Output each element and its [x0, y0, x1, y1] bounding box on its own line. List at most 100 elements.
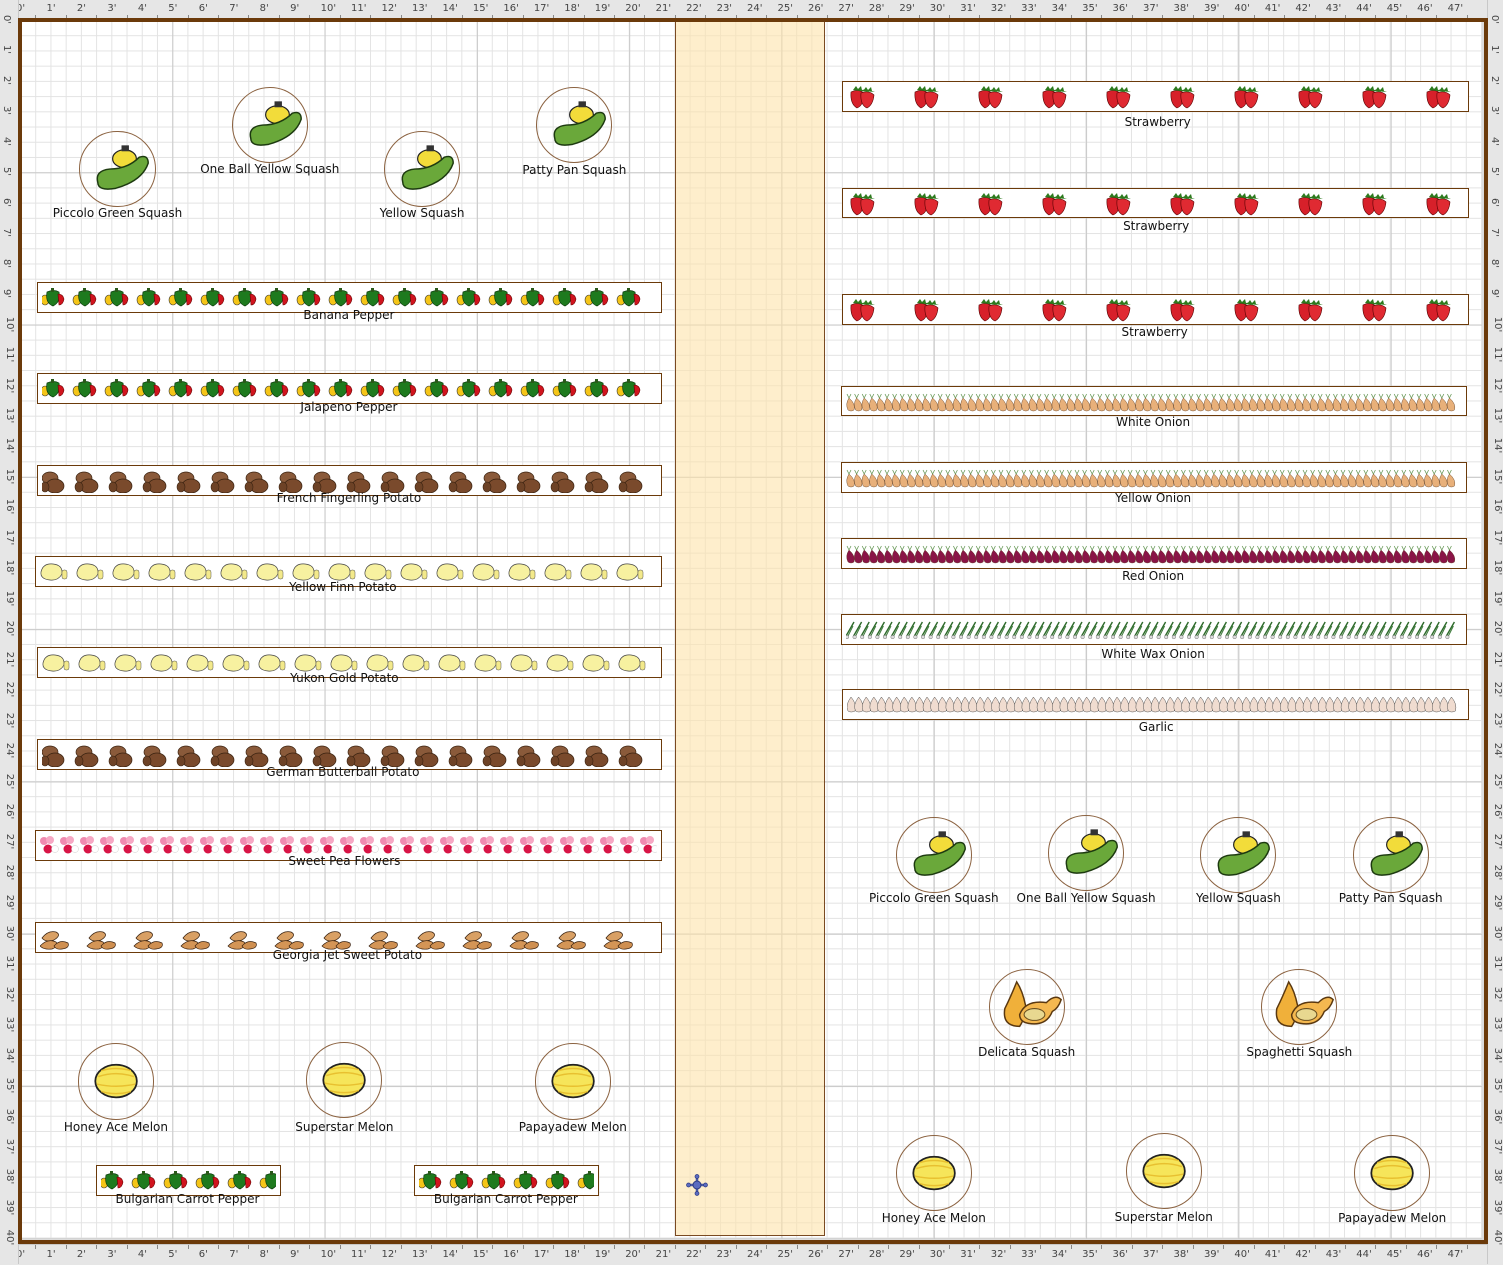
ruler-tick-label: 41'	[1264, 3, 1281, 14]
plant-label: Piccolo Green Squash	[869, 891, 999, 906]
ruler-tick-label: 20'	[625, 3, 641, 14]
ruler-tick-label: 14'	[1492, 438, 1503, 454]
ruler-tick-label: 2'	[1489, 75, 1501, 85]
ruler-tick	[979, 1245, 981, 1249]
plant-row[interactable]	[842, 80, 1469, 112]
ruler-tick-label: 43'	[1325, 3, 1342, 14]
ruler-tick	[644, 1245, 646, 1249]
ruler-tick-label: 18'	[564, 3, 580, 14]
plant-circle[interactable]	[536, 87, 613, 164]
ruler-tick-label: 1'	[46, 1249, 56, 1260]
garden-path[interactable]	[674, 20, 825, 1236]
ruler-tick-label: 34'	[4, 1047, 16, 1063]
plant-row-label: Yukon Gold Potato	[290, 670, 399, 685]
plant-label: Spaghetti Squash	[1246, 1045, 1353, 1060]
ruler-tick	[492, 15, 494, 19]
ruler-tick	[1436, 15, 1438, 19]
ruler-tick	[522, 15, 524, 19]
ruler-tick-label: 5'	[168, 3, 178, 14]
plant-label: One Ball Yellow Squash	[200, 161, 340, 176]
ruler-tick	[157, 15, 159, 19]
compass-move-icon[interactable]	[686, 1174, 708, 1196]
plant-row[interactable]	[842, 187, 1469, 219]
ruler-tick-label: 18'	[1492, 560, 1503, 576]
ruler-tick	[796, 1245, 798, 1249]
plant-circle[interactable]	[1261, 968, 1338, 1045]
ruler-tick-label: 22'	[686, 3, 702, 14]
ruler-tick-label: 11'	[351, 3, 367, 14]
plant-label: Honey Ace Melon	[881, 1211, 986, 1226]
ruler-tick-label: 25'	[4, 773, 16, 789]
ruler-tick	[35, 15, 37, 19]
ruler-tick-label: 13'	[411, 1249, 428, 1260]
ruler-tick	[1375, 15, 1377, 19]
plant-circle[interactable]	[988, 968, 1065, 1045]
ruler-tick	[461, 1245, 463, 1249]
ruler-tick-label: 34'	[1492, 1047, 1503, 1063]
ruler-tick-label: 31'	[960, 3, 976, 14]
ruler-tick-label: 30'	[1492, 925, 1503, 942]
plant-circle[interactable]	[1352, 816, 1429, 893]
plant-circle[interactable]	[79, 131, 156, 208]
ruler-tick-label: 4'	[1, 136, 13, 146]
ruler-tick-label: 38'	[1492, 1169, 1503, 1185]
ruler-tick	[400, 15, 402, 19]
plant-row[interactable]	[840, 461, 1468, 493]
ruler-tick-label: 7'	[229, 3, 239, 14]
plant-circle[interactable]	[534, 1043, 611, 1120]
ruler-tick	[522, 1245, 524, 1249]
melon-icon	[912, 1155, 956, 1191]
plant-row-label: Strawberry	[1121, 325, 1188, 340]
plant-circle[interactable]	[895, 816, 972, 893]
plant-row-label: Yellow Onion	[1115, 491, 1192, 506]
plant-row[interactable]	[840, 385, 1468, 417]
melon-icon	[322, 1062, 367, 1098]
ruler-tick-label: 23'	[716, 1249, 733, 1260]
ruler-tick-label: 47'	[1447, 1249, 1464, 1260]
ruler-left: 0' 1' 2' 3' 4' 5' 6' 7' 8' 9' 10' 11' 12' 13' 14' 15' 16…	[0, 0, 19, 1264]
ruler-tick-label: 27'	[838, 3, 854, 14]
plant-row[interactable]	[842, 294, 1469, 326]
plant-circle[interactable]	[1125, 1133, 1202, 1210]
ruler-tick	[65, 1245, 67, 1249]
ruler-tick-label: 34'	[1051, 3, 1068, 14]
onion-icon	[846, 469, 1455, 487]
plant-row-label: Banana Pepper	[303, 308, 395, 323]
ruler-tick-label: 36'	[1492, 1108, 1503, 1124]
ruler-tick-label: 21'	[655, 3, 672, 14]
plant-circle[interactable]	[306, 1041, 383, 1119]
plant-row[interactable]	[840, 537, 1468, 569]
plant-row[interactable]	[840, 613, 1468, 645]
ruler-tick-label: 39'	[1203, 3, 1220, 14]
ruler-tick	[96, 15, 98, 19]
ruler-tick-label: 1'	[46, 3, 56, 14]
plant-circle[interactable]	[383, 131, 461, 208]
ruler-right: 0' 1' 2' 3' 4' 5' 6' 7' 8' 9' 10' 11' 12' 13' 14' 15' 16…	[1487, 0, 1503, 1264]
plant-circle[interactable]	[231, 87, 308, 164]
ruler-tick-label: 33'	[1021, 3, 1037, 14]
plant-row-label: Garlic	[1138, 719, 1174, 734]
plant-circle[interactable]	[895, 1134, 972, 1211]
ruler-tick-label: 2'	[76, 1249, 87, 1260]
plant-row-label: Jalapeno Pepper	[300, 399, 398, 414]
ruler-tick-label: 30'	[929, 3, 946, 14]
ruler-tick-label: 8'	[1, 258, 13, 268]
ruler-tick-label: 39'	[1203, 1249, 1220, 1260]
melon-icon	[1142, 1154, 1186, 1189]
plant-row[interactable]	[842, 688, 1469, 720]
ruler-tick-label: 10'	[4, 316, 16, 332]
plant-circle[interactable]	[1354, 1134, 1431, 1211]
plant-circle[interactable]	[77, 1043, 154, 1120]
ruler-tick-label: 29'	[4, 895, 16, 911]
plant-circle[interactable]	[1048, 815, 1125, 892]
plant-circle[interactable]	[1200, 816, 1277, 893]
ruler-tick	[1040, 15, 1042, 19]
ruler-tick-label: 9'	[290, 1249, 300, 1260]
ruler-tick-label: 22'	[1492, 681, 1503, 698]
ruler-tick-label: 4'	[137, 1249, 147, 1260]
ruler-tick	[1101, 15, 1103, 19]
ruler-tick-label: 24'	[4, 742, 16, 759]
ruler-tick	[766, 15, 768, 19]
ruler-tick-label: 3'	[1, 106, 13, 116]
ruler-tick	[796, 15, 798, 19]
